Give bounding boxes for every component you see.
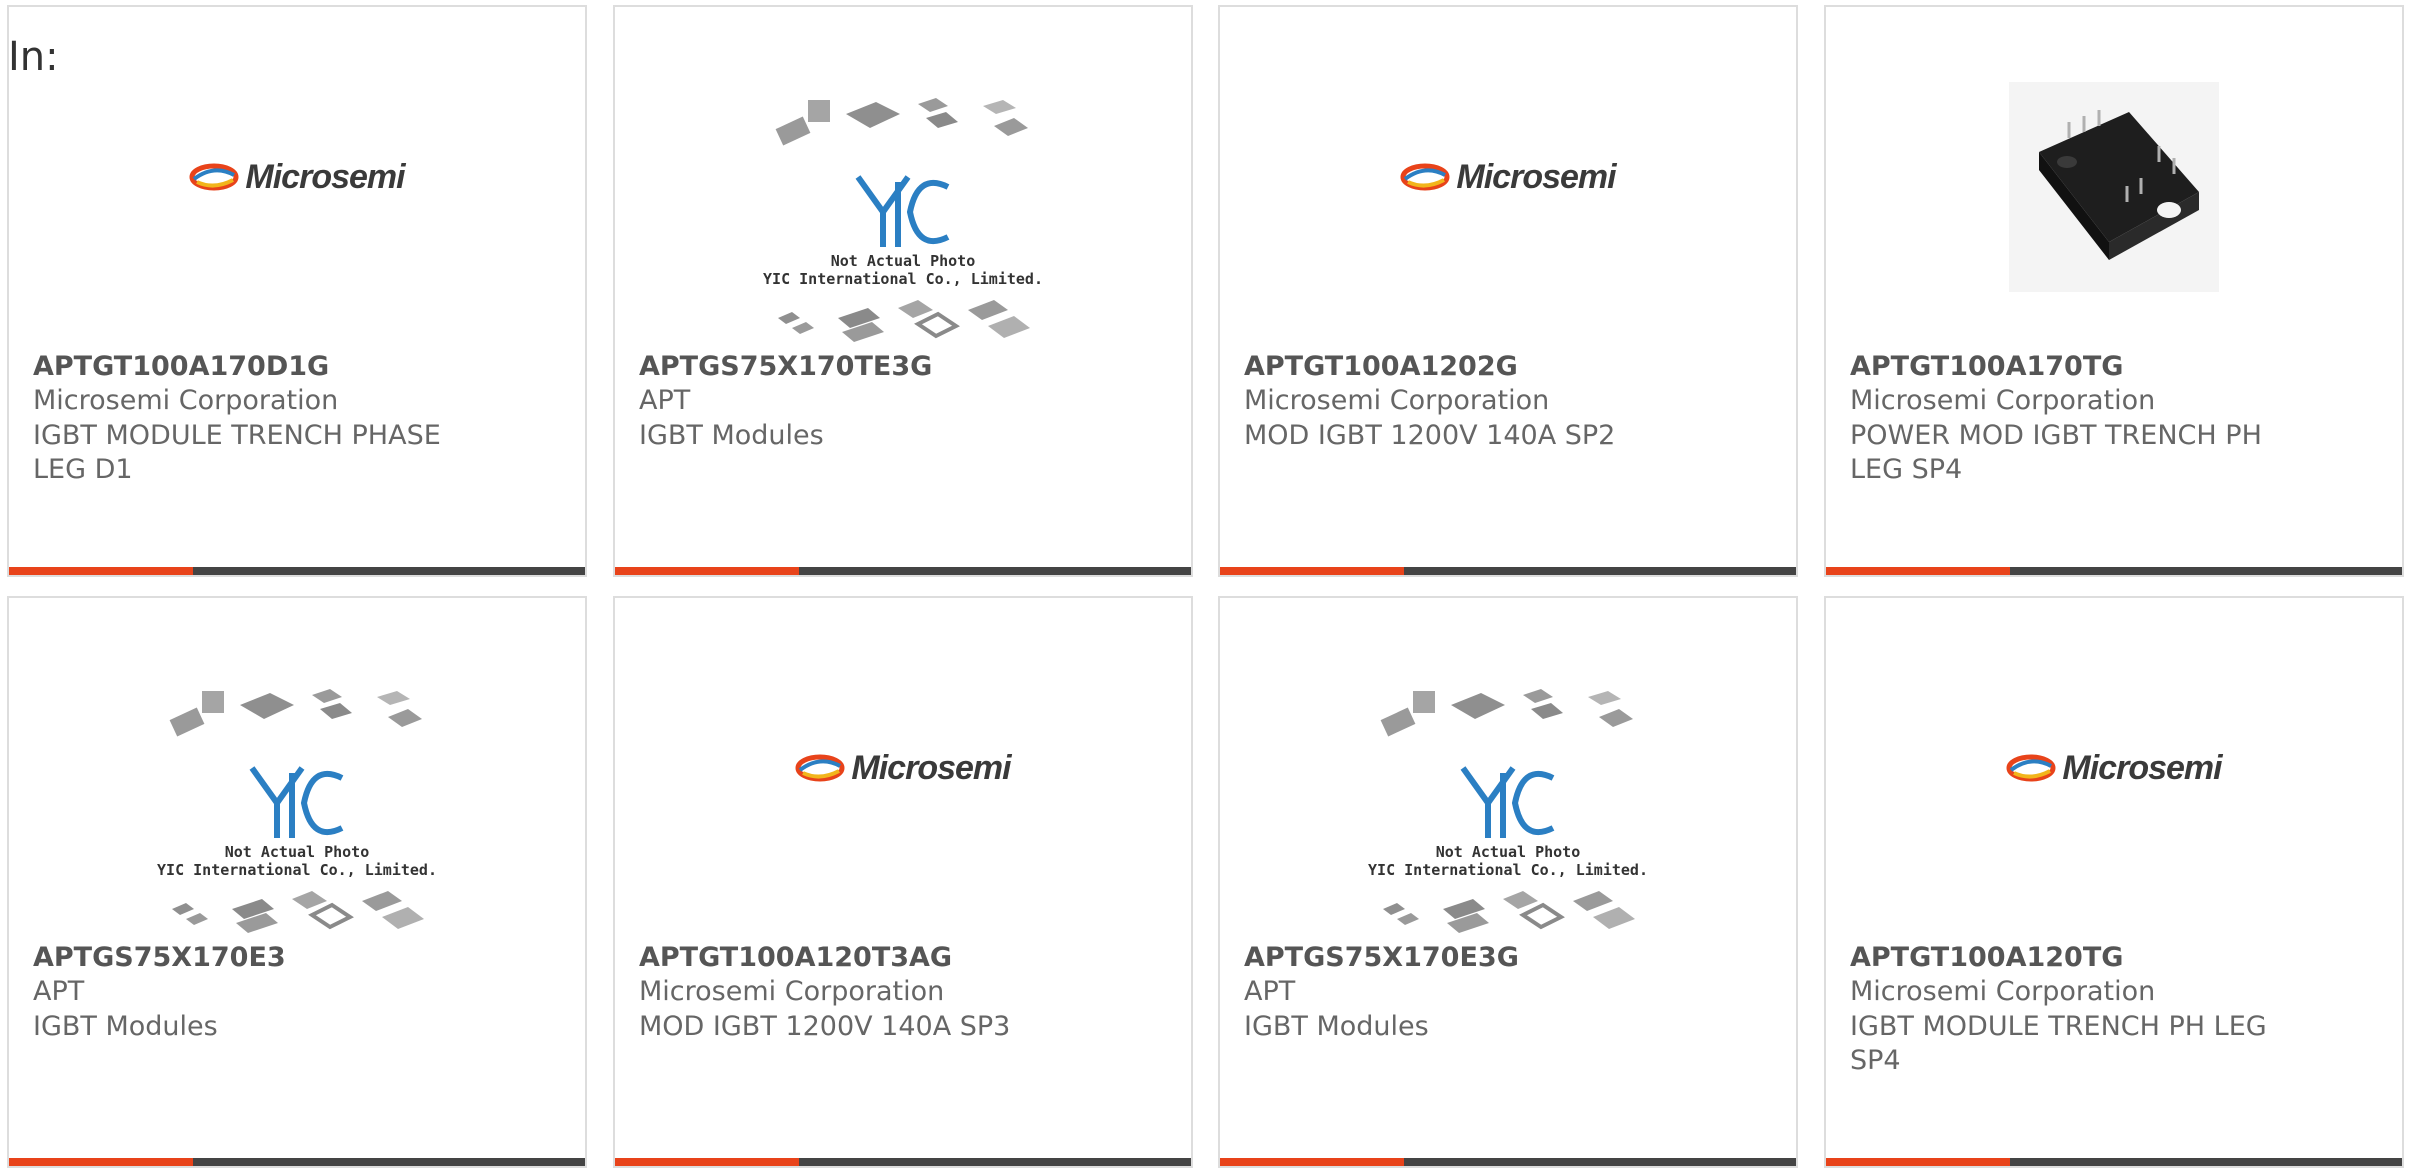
- microsemi-logo-text: Microsemi: [245, 157, 405, 196]
- card-bottom-bar: [615, 1158, 1191, 1166]
- yic-placeholder: Not Actual Photo YIC International Co., …: [1368, 683, 1648, 939]
- placeholder-line-1: Not Actual Photo: [830, 252, 976, 270]
- card-bottom-bar: [615, 567, 1191, 575]
- microsemi-swirl-icon: [2006, 754, 2056, 782]
- product-image: Not Actual Photo YIC International Co., …: [615, 95, 1191, 345]
- in-label: In:: [8, 34, 59, 80]
- manufacturer: Microsemi Corporation: [1850, 976, 2156, 1007]
- part-number[interactable]: APTGT100A1202G: [1244, 351, 1518, 382]
- part-number[interactable]: APTGS75X170TE3G: [639, 351, 932, 382]
- chip-packages-bottom-icon: [172, 891, 424, 933]
- product-image: Not Actual Photo YIC International Co., …: [1220, 686, 1796, 936]
- placeholder-line-1: Not Actual Photo: [1435, 843, 1581, 861]
- placeholder-line-2: YIC International Co., Limited.: [763, 270, 1043, 288]
- yic-placeholder: Not Actual Photo YIC International Co., …: [763, 92, 1043, 348]
- card-accent-bar: [9, 567, 193, 575]
- manufacturer: Microsemi Corporation: [1244, 385, 1550, 416]
- card-accent-bar: [1220, 567, 1404, 575]
- manufacturer: APT: [639, 385, 691, 416]
- description: IGBT Modules: [639, 420, 824, 451]
- card-bottom-bar: [1826, 1158, 2402, 1166]
- card-bottom-bar: [9, 1158, 585, 1166]
- card-bottom-bar: [9, 567, 585, 575]
- description: MOD IGBT 1200V 140A SP2: [1244, 420, 1616, 451]
- placeholder-line-2: YIC International Co., Limited.: [157, 861, 437, 879]
- placeholder-line-2: YIC International Co., Limited.: [1368, 861, 1648, 879]
- microsemi-logo: Microsemi: [2006, 748, 2223, 788]
- card-accent-bar: [9, 1158, 193, 1166]
- product-image: Microsemi: [1826, 658, 2402, 878]
- part-number[interactable]: APTGS75X170E3: [33, 942, 286, 973]
- product-grid: Microsemi APTGT100A170D1G Microsemi Corp…: [0, 0, 2410, 1168]
- product-card[interactable]: Not Actual Photo YIC International Co., …: [7, 596, 587, 1168]
- microsemi-logo: Microsemi: [795, 748, 1012, 788]
- manufacturer: APT: [1244, 976, 1296, 1007]
- part-number[interactable]: APTGT100A170TG: [1850, 351, 2123, 382]
- product-card[interactable]: Not Actual Photo YIC International Co., …: [613, 5, 1193, 577]
- card-accent-bar: [1220, 1158, 1404, 1166]
- manufacturer: Microsemi Corporation: [33, 385, 339, 416]
- product-card[interactable]: Microsemi APTGT100A120T3AG Microsemi Cor…: [613, 596, 1193, 1168]
- manufacturer: Microsemi Corporation: [639, 976, 945, 1007]
- description: IGBT MODULE TRENCH PHASE LEG D1: [33, 420, 441, 485]
- card-bottom-bar: [1220, 567, 1796, 575]
- description: MOD IGBT 1200V 140A SP3: [639, 1011, 1011, 1042]
- part-number[interactable]: APTGT100A120TG: [1850, 942, 2123, 973]
- part-number[interactable]: APTGT100A170D1G: [33, 351, 329, 382]
- yic-logo-icon: [249, 766, 344, 838]
- part-number[interactable]: APTGT100A120T3AG: [639, 942, 952, 973]
- card-accent-bar: [615, 567, 799, 575]
- manufacturer: APT: [33, 976, 85, 1007]
- yic-logo-icon: [855, 175, 950, 247]
- product-card[interactable]: Microsemi APTGT100A1202G Microsemi Corpo…: [1218, 5, 1798, 577]
- chip-packages-bottom-icon: [1383, 891, 1635, 933]
- manufacturer: Microsemi Corporation: [1850, 385, 2156, 416]
- card-bottom-bar: [1220, 1158, 1796, 1166]
- product-card[interactable]: APTGT100A170TG Microsemi Corporation POW…: [1824, 5, 2404, 577]
- igbt-module-photo: [2009, 82, 2219, 292]
- microsemi-logo: Microsemi: [189, 157, 406, 197]
- microsemi-logo-text: Microsemi: [1456, 157, 1616, 196]
- yic-logo-icon: [1460, 766, 1555, 838]
- microsemi-swirl-icon: [189, 163, 239, 191]
- chip-packages-icon: [775, 98, 1028, 146]
- chip-packages-bottom-icon: [778, 300, 1030, 342]
- product-card[interactable]: Microsemi APTGT100A120TG Microsemi Corpo…: [1824, 596, 2404, 1168]
- placeholder-line-1: Not Actual Photo: [224, 843, 370, 861]
- card-accent-bar: [615, 1158, 799, 1166]
- product-image: Microsemi: [1220, 67, 1796, 287]
- card-accent-bar: [1826, 567, 2010, 575]
- card-accent-bar: [1826, 1158, 2010, 1166]
- microsemi-logo: Microsemi: [1400, 157, 1617, 197]
- description: IGBT MODULE TRENCH PH LEG SP4: [1850, 1011, 2267, 1076]
- yic-placeholder: Not Actual Photo YIC International Co., …: [157, 683, 437, 939]
- microsemi-swirl-icon: [1400, 163, 1450, 191]
- microsemi-swirl-icon: [795, 754, 845, 782]
- description: IGBT Modules: [1244, 1011, 1429, 1042]
- microsemi-logo-text: Microsemi: [2062, 748, 2222, 787]
- microsemi-logo-text: Microsemi: [851, 748, 1011, 787]
- product-image: [1826, 77, 2402, 297]
- chip-packages-icon: [1380, 689, 1633, 737]
- description: IGBT Modules: [33, 1011, 218, 1042]
- card-bottom-bar: [1826, 567, 2402, 575]
- product-card[interactable]: Microsemi APTGT100A170D1G Microsemi Corp…: [7, 5, 587, 577]
- product-image: Microsemi: [9, 67, 585, 287]
- product-card[interactable]: Not Actual Photo YIC International Co., …: [1218, 596, 1798, 1168]
- description: POWER MOD IGBT TRENCH PH LEG SP4: [1850, 420, 2262, 485]
- chip-packages-icon: [169, 689, 422, 737]
- product-image: Not Actual Photo YIC International Co., …: [9, 686, 585, 936]
- part-number[interactable]: APTGS75X170E3G: [1244, 942, 1519, 973]
- product-image: Microsemi: [615, 658, 1191, 878]
